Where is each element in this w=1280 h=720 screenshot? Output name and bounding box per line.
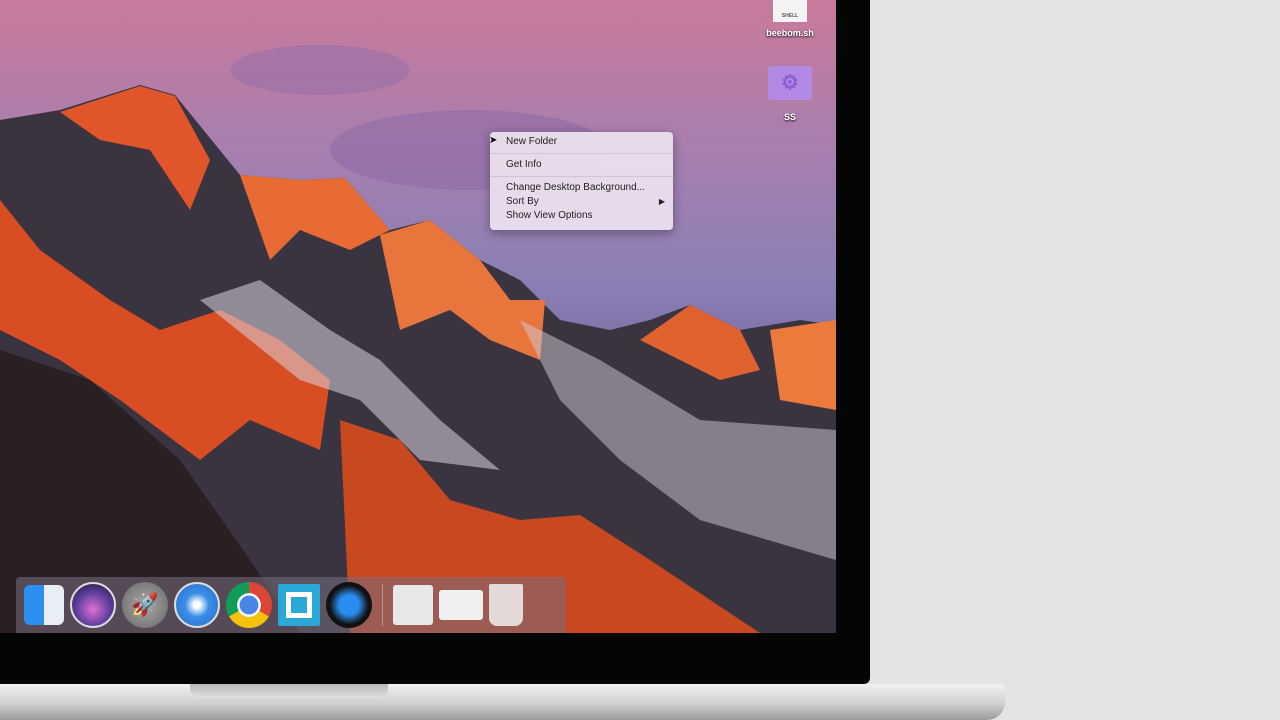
documents-stack-icon[interactable] — [393, 585, 433, 625]
menu-item-sort-by[interactable]: Sort By ▶ — [490, 195, 673, 209]
desktop-icon-beebom-sh[interactable]: SHELL beebom.sh — [762, 0, 818, 38]
dock: 🚀 — [16, 577, 566, 633]
launchpad-icon[interactable]: 🚀 — [122, 582, 168, 628]
screenshots-stack-icon[interactable] — [439, 590, 483, 620]
desktop[interactable]: SHELL beebom.sh ⚙ SS New Folder Get Info… — [0, 0, 836, 633]
folder-icon: ⚙ — [768, 66, 812, 100]
laptop-base — [0, 684, 1005, 720]
mouse-cursor-icon: ➤ — [489, 135, 498, 146]
desktop-icon-ss[interactable]: ⚙ SS — [762, 66, 818, 122]
laptop-lid-notch — [190, 684, 388, 698]
desktop-icon-label: SS — [783, 112, 796, 122]
submenu-arrow-icon: ▶ — [658, 197, 665, 206]
menu-separator — [490, 176, 673, 177]
menu-item-change-desktop-background[interactable]: Change Desktop Background... — [490, 181, 673, 195]
menu-separator — [490, 153, 673, 154]
chrome-icon[interactable] — [226, 582, 272, 628]
safari-icon[interactable] — [174, 582, 220, 628]
dock-separator — [382, 584, 383, 626]
siri-icon[interactable] — [70, 582, 116, 628]
wallpaper-mountains — [0, 45, 836, 633]
desktop-icon-label: beebom.sh — [766, 28, 814, 38]
trash-icon[interactable] — [489, 584, 523, 626]
shell-script-icon: SHELL — [773, 0, 807, 22]
finder-icon[interactable] — [24, 585, 64, 625]
menu-item-get-info[interactable]: Get Info — [490, 158, 673, 172]
menu-item-new-folder[interactable]: New Folder — [490, 135, 673, 149]
context-menu: New Folder Get Info Change Desktop Backg… — [490, 132, 673, 230]
menu-item-show-view-options[interactable]: Show View Options — [490, 209, 673, 223]
quickview-icon[interactable] — [278, 584, 320, 626]
quicktime-icon[interactable] — [326, 582, 372, 628]
